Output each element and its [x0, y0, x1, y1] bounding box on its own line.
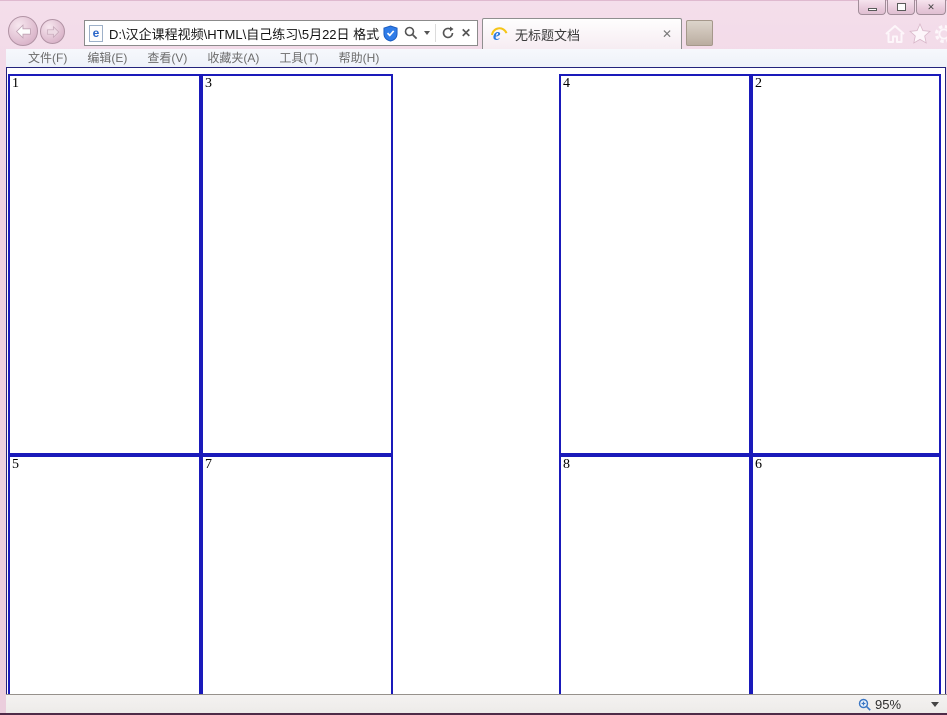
stop-icon[interactable]: ✕ [458, 22, 474, 44]
address-bar[interactable]: e D:\汉企课程视频\HTML\自己练习\5月22日 格式与布 ✕ [84, 20, 478, 46]
content-box-2: 2 [751, 74, 941, 455]
settings-gear-button[interactable] [932, 22, 947, 45]
box-label: 2 [755, 76, 762, 91]
menu-tools[interactable]: 工具(T) [269, 49, 328, 67]
zoom-magnifier-icon [858, 698, 871, 711]
menu-edit[interactable]: 编辑(E) [77, 49, 137, 67]
menu-favorites[interactable]: 收藏夹(A) [197, 49, 269, 67]
address-input[interactable]: D:\汉企课程视频\HTML\自己练习\5月22日 格式与布 [109, 24, 380, 43]
star-icon [908, 23, 931, 44]
box-label: 4 [563, 76, 570, 91]
ie-browser-window: { "titlebar": { "close_glyph": "✕" }, "n… [0, 0, 947, 715]
menu-bar: 文件(F) 编辑(E) 查看(V) 收藏夹(A) 工具(T) 帮助(H) [6, 49, 947, 67]
content-box-4: 4 [559, 74, 751, 455]
window-top-edge [0, 0, 947, 1]
content-box-5: 5 [8, 455, 201, 694]
security-shield-icon[interactable] [380, 22, 401, 44]
home-icon [884, 24, 905, 43]
content-box-8: 8 [559, 455, 751, 694]
gear-icon [934, 24, 947, 43]
tab-close-icon[interactable]: ✕ [659, 27, 675, 41]
maximize-button[interactable] [887, 0, 915, 15]
page-favicon-icon: e [89, 24, 103, 42]
zoom-control[interactable]: 95% [858, 696, 940, 713]
minimize-button[interactable] [858, 0, 886, 15]
content-box-7: 7 [201, 455, 393, 694]
box-label: 7 [205, 457, 212, 472]
tab-title: 无标题文档 [515, 27, 581, 43]
forward-button[interactable] [40, 19, 65, 44]
address-separator [434, 24, 436, 42]
home-button[interactable] [883, 22, 906, 45]
ie-logo-icon: e [491, 25, 508, 43]
close-window-button[interactable]: ✕ [916, 0, 946, 15]
box-label: 3 [205, 76, 212, 91]
box-label: 5 [12, 457, 19, 472]
zoom-dropdown-caret[interactable] [931, 702, 940, 707]
menu-view[interactable]: 查看(V) [137, 49, 197, 67]
box-label: 8 [563, 457, 570, 472]
maximize-icon [896, 3, 906, 11]
box-label: 1 [12, 76, 19, 91]
back-arrow-icon [15, 23, 31, 39]
favorites-star-button[interactable] [908, 22, 931, 45]
refresh-icon[interactable] [438, 22, 458, 44]
search-dropdown-caret[interactable] [421, 22, 433, 44]
zoom-level-label: 95% [875, 697, 902, 712]
minimize-icon [867, 8, 877, 11]
tab-untitled-document[interactable]: e 无标题文档 ✕ [482, 18, 682, 49]
forward-arrow-icon [46, 25, 59, 38]
back-button[interactable] [8, 16, 38, 46]
search-icon[interactable] [401, 22, 421, 44]
new-tab-button[interactable] [686, 20, 713, 46]
close-window-icon: ✕ [927, 1, 935, 12]
box-label: 6 [755, 457, 762, 472]
menu-help[interactable]: 帮助(H) [329, 49, 390, 67]
content-box-3: 3 [201, 74, 393, 455]
status-bar: 95% [6, 694, 947, 713]
content-box-6: 6 [751, 455, 941, 694]
content-box-1: 1 [8, 74, 201, 455]
menu-file[interactable]: 文件(F) [18, 49, 77, 67]
page-viewport: 1 3 4 2 5 7 8 6 [6, 67, 946, 694]
